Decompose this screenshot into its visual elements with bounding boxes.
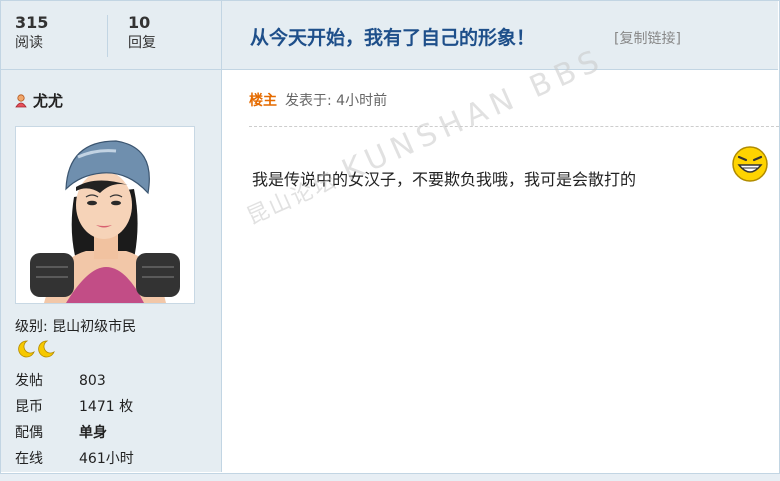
user-profile-column: 尤尤 级别: 昆山初级市民 发帖 803 昆币 1471 枚 配偶 单身 在线 … xyxy=(1,70,222,472)
copy-link-button[interactable]: [复制链接] xyxy=(614,28,681,48)
thread-stats: 315 阅读 10 回复 xyxy=(1,1,222,70)
reads-count: 315 xyxy=(15,13,49,32)
replies-label: 回复 xyxy=(128,35,156,51)
username-row[interactable]: 尤尤 xyxy=(15,90,63,111)
thread-title: 从今天开始，我有了自己的形象！ xyxy=(250,27,536,49)
field-key: 配偶 xyxy=(15,425,43,441)
author-tag: 楼主 xyxy=(249,93,277,109)
meta-divider xyxy=(249,126,779,127)
reads-label: 阅读 xyxy=(15,35,43,51)
replies-stat: 10 回复 xyxy=(128,13,156,53)
user-level: 级别: 昆山初级市民 xyxy=(15,319,137,335)
field-value: 803 xyxy=(79,373,106,389)
post-body: 楼主 发表于: 4小时前 我是传说中的女汉子，不要欺负我哦，我可是会散打的 xyxy=(222,70,779,472)
grin-emoji-icon xyxy=(732,146,768,182)
user-field-coins: 昆币 1471 枚 xyxy=(15,396,133,416)
level-moons xyxy=(15,340,55,362)
bottom-shadow xyxy=(0,474,780,481)
field-value: 461小时 xyxy=(79,451,134,467)
field-key: 发帖 xyxy=(15,373,43,389)
user-field-online: 在线 461小时 xyxy=(15,448,134,468)
field-value: 单身 xyxy=(79,425,107,441)
field-key: 昆币 xyxy=(15,399,43,415)
username[interactable]: 尤尤 xyxy=(33,92,63,110)
moon-icon xyxy=(15,340,35,358)
field-key: 在线 xyxy=(15,451,43,467)
field-value: 1471 枚 xyxy=(79,399,134,415)
avatar[interactable] xyxy=(15,126,195,304)
reads-stat: 315 阅读 xyxy=(15,13,48,53)
user-field-spouse: 配偶 单身 xyxy=(15,422,107,442)
user-field-posts: 发帖 803 xyxy=(15,370,106,390)
female-user-icon xyxy=(15,94,27,108)
post-time: 发表于: 4小时前 xyxy=(285,93,388,109)
stats-divider xyxy=(107,15,108,57)
moon-icon xyxy=(35,340,55,358)
thread-title-bar: 从今天开始，我有了自己的形象！ [复制链接] xyxy=(222,1,778,70)
replies-count: 10 xyxy=(128,13,151,32)
avatar-image xyxy=(16,127,194,303)
post-meta: 楼主 发表于: 4小时前 xyxy=(249,90,387,110)
